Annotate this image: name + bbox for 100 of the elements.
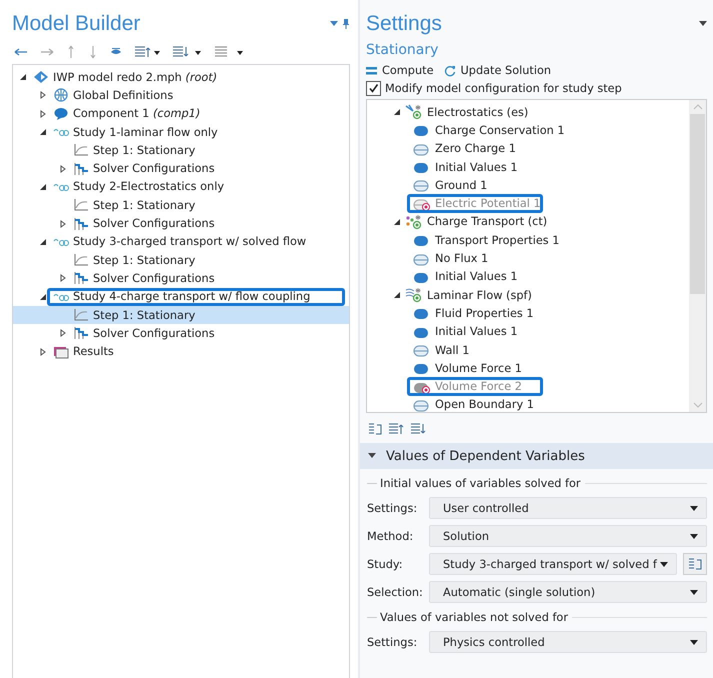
physics-item-label: Wall 1 xyxy=(435,344,470,356)
tree-item-label: IWP model redo 2.mph (root) xyxy=(53,70,218,84)
physics-tree-item[interactable]: Initial Values 1 xyxy=(393,158,689,176)
dropdown-arrow-icon xyxy=(690,590,698,594)
physics-tree-item[interactable]: Ground 1 xyxy=(393,176,689,194)
tree-item-label: Results xyxy=(73,345,114,358)
tree-item[interactable]: Step 1: Stationary xyxy=(13,250,349,270)
section-header[interactable]: Values of Dependent Variables xyxy=(360,443,713,469)
checkbox-label: Modify model configuration for study step xyxy=(385,82,622,95)
physics-tree-item[interactable]: No Flux 1 xyxy=(393,249,689,268)
equals-icon xyxy=(366,66,377,74)
physics-item-label: Charge Transport (ct) xyxy=(427,215,548,228)
tree-item[interactable]: Study 3-charged transport w/ solved flow xyxy=(13,232,349,251)
tree-item-label: Component 1 (comp1) xyxy=(73,107,200,120)
toolbar-button[interactable]: Update Solution xyxy=(444,62,552,79)
modify-checkbox[interactable]: Modify model configuration for study step xyxy=(366,81,707,96)
dropdown[interactable]: Automatic (single solution) xyxy=(429,581,707,603)
dropdown-arrow-icon xyxy=(690,534,698,538)
collapse-arrow-icon[interactable] xyxy=(39,292,47,301)
tree-item[interactable]: Solver Configurations xyxy=(13,269,349,288)
tree-item[interactable]: Step 1: Stationary xyxy=(13,306,349,324)
tree-item[interactable]: Step 1: Stationary xyxy=(13,141,349,160)
physics-tree-item[interactable]: Charge Conservation 1 xyxy=(393,121,689,140)
physics-tree-item[interactable]: Initial Values 1 xyxy=(393,268,689,286)
physics-icon xyxy=(405,287,423,304)
back-icon[interactable] xyxy=(14,47,28,57)
dropdown-arrow-icon xyxy=(660,562,668,566)
list-view-icon[interactable] xyxy=(214,46,244,58)
physics-tree-item[interactable]: Volume Force 1 xyxy=(393,359,689,378)
load-icon[interactable] xyxy=(368,423,382,435)
physics-item-label: Open Boundary 1 xyxy=(435,398,534,412)
expand-tree-icon[interactable] xyxy=(134,46,160,58)
physics-tree-item[interactable]: Zero Charge 1 xyxy=(393,140,689,158)
collapse-arrow-icon[interactable] xyxy=(393,218,401,226)
physics-item-label: Volume Force 1 xyxy=(435,362,522,375)
tree-item[interactable]: Global Definitions xyxy=(13,86,349,105)
field-label: Selection: xyxy=(367,586,424,598)
tree-item-label: Study 3-charged transport w/ solved flow xyxy=(73,235,306,248)
expand-arrow-icon[interactable] xyxy=(59,220,67,228)
group-heading: Initial values of variables solved for xyxy=(380,476,581,490)
checkbox[interactable] xyxy=(366,81,381,96)
physics-item-label: Ground 1 xyxy=(435,178,488,192)
physics-tree-item[interactable]: Open Boundary 1 xyxy=(393,396,689,412)
scrollbar-thumb[interactable] xyxy=(690,114,705,294)
physics-icon xyxy=(405,214,423,230)
go-to-source-button[interactable] xyxy=(683,553,707,575)
collapse-arrow-icon[interactable] xyxy=(39,182,47,191)
step-icon xyxy=(73,308,89,322)
tree-item[interactable]: Solver Configurations xyxy=(13,214,349,233)
tree-item[interactable]: Component 1 (comp1) xyxy=(13,104,349,123)
physics-tree-item[interactable]: Wall 1 xyxy=(393,340,689,360)
expand-arrow-icon[interactable] xyxy=(39,348,47,356)
tree-item[interactable]: Study 2-Electrostatics only xyxy=(13,178,349,196)
physics-tree-item[interactable]: Fluid Properties 1 xyxy=(393,304,689,323)
panel-menu-icon[interactable] xyxy=(699,21,707,27)
field-label: Study: xyxy=(367,558,404,570)
collapse-arrow-icon[interactable] xyxy=(19,73,27,82)
toolbar-button[interactable]: Compute xyxy=(366,62,434,79)
physics-item-label: Laminar Flow (spf) xyxy=(427,288,532,302)
physics-item-label: Charge Conservation 1 xyxy=(435,124,565,137)
tree-item[interactable]: IWP model redo 2.mph (root) xyxy=(13,68,349,86)
expand-arrow-icon[interactable] xyxy=(39,91,47,100)
physics-tree-item[interactable]: Laminar Flow (spf) xyxy=(393,286,689,304)
expand-arrow-icon[interactable] xyxy=(59,329,67,338)
physics-tree-item[interactable]: Electrostatics (es) xyxy=(393,103,689,122)
collapse-arrow-icon[interactable] xyxy=(39,238,47,246)
dropdown[interactable]: Study 3-charged transport w/ solved f xyxy=(429,553,677,575)
expand-arrow-icon[interactable] xyxy=(59,274,67,282)
tree-item-label: Solver Configurations xyxy=(93,326,215,340)
tree-item[interactable]: Results xyxy=(13,342,349,361)
physics-tree-item[interactable]: Transport Properties 1 xyxy=(393,231,689,250)
solver-icon xyxy=(73,271,89,286)
tree-item[interactable]: Study 1-laminar flow only xyxy=(13,122,349,142)
dropdown[interactable]: Solution xyxy=(429,525,707,547)
dropdown[interactable]: User controlled xyxy=(429,497,707,519)
collapse-tree-icon[interactable] xyxy=(172,46,202,58)
field-label: Settings: xyxy=(367,636,418,648)
dropdown[interactable]: Physics controlled xyxy=(429,631,707,653)
tree-item[interactable]: Solver Configurations xyxy=(13,324,349,342)
physics-tree-item[interactable]: Initial Values 1 xyxy=(393,322,689,341)
collapse-arrow-icon[interactable] xyxy=(393,108,401,116)
tree-item-label: Solver Configurations xyxy=(93,162,215,176)
collapse-arrow-icon[interactable] xyxy=(368,453,376,459)
tree-item[interactable]: Step 1: Stationary xyxy=(13,196,349,214)
physics-icon xyxy=(405,104,423,120)
physics-item-label: Initial Values 1 xyxy=(435,325,518,338)
physics-item-label: Fluid Properties 1 xyxy=(435,306,534,320)
tree-item[interactable]: Study 4-charge transport w/ flow coupling xyxy=(13,288,349,306)
dropdown-arrow-icon xyxy=(690,640,698,644)
scrollbar[interactable] xyxy=(689,100,706,412)
field-label: Settings: xyxy=(367,502,418,514)
collapse-arrow-icon[interactable] xyxy=(393,291,401,300)
tree-item[interactable]: Solver Configurations xyxy=(13,159,349,178)
eye-icon[interactable] xyxy=(110,47,122,57)
physics-item-label: Transport Properties 1 xyxy=(435,234,560,247)
expand-arrow-icon[interactable] xyxy=(59,164,67,173)
expand-arrow-icon[interactable] xyxy=(39,110,47,118)
physics-tree-item[interactable]: Charge Transport (ct) xyxy=(393,212,689,232)
model-icon xyxy=(33,70,49,84)
collapse-arrow-icon[interactable] xyxy=(39,128,47,136)
